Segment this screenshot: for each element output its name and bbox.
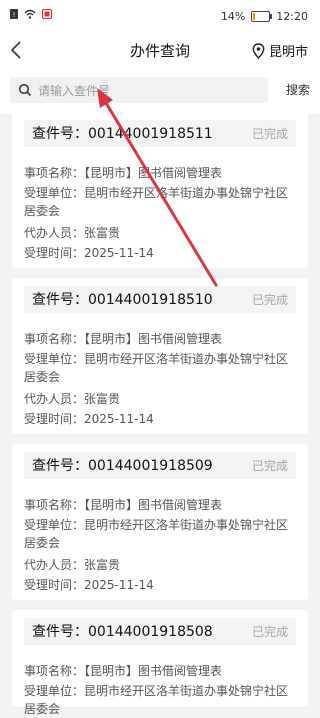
status-bar: ! 14% 12:20	[0, 0, 320, 36]
record-number: 查件号：00144001918509	[32, 458, 213, 474]
record-card[interactable]: 查件号：00144001918511 已完成 事项名称：【昆明市】图书借阅管理表…	[12, 112, 308, 268]
status-badge: 已完成	[251, 293, 288, 307]
record-card[interactable]: 查件号：00144001918508 已完成 事项名称：【昆明市】图书借阅管理表…	[12, 610, 308, 716]
item-name-row: 事项名称：【昆明市】图书借阅管理表	[24, 498, 223, 512]
record-number: 查件号：00144001918508	[32, 624, 213, 640]
search-button[interactable]: 搜索	[286, 81, 310, 98]
unit-row: 受理单位：昆明市经开区洛羊街道办事处锦宁社区居委会	[24, 186, 289, 218]
search-bar: 搜索	[0, 66, 320, 114]
battery-percent: 14%	[220, 10, 246, 23]
notification-icon: !	[10, 9, 18, 19]
record-header: 查件号：00144001918509 已完成	[24, 452, 296, 479]
search-icon	[18, 83, 32, 97]
record-header: 查件号：00144001918511 已完成	[24, 120, 296, 147]
record-header: 查件号：00144001918508 已完成	[24, 618, 296, 645]
item-name-row: 事项名称：【昆明市】图书借阅管理表	[24, 664, 223, 678]
time-row: 受理时间：2025-11-14	[24, 412, 154, 426]
status-badge: 已完成	[251, 625, 288, 639]
wifi-icon	[24, 9, 36, 19]
svg-text:!: !	[13, 11, 16, 19]
location-pin-icon	[252, 42, 265, 59]
search-box	[10, 77, 268, 103]
record-card[interactable]: 查件号：00144001918509 已完成 事项名称：【昆明市】图书借阅管理表…	[12, 444, 308, 600]
battery-icon	[251, 11, 273, 22]
search-input[interactable]	[36, 80, 262, 102]
time-row: 受理时间：2025-11-14	[24, 246, 154, 260]
agent-row: 代办人员：张富贵	[24, 392, 121, 406]
record-header: 查件号：00144001918510 已完成	[24, 286, 296, 313]
record-number: 查件号：00144001918511	[32, 126, 213, 142]
unit-row: 受理单位：昆明市经开区洛羊街道办事处锦宁社区居委会	[24, 352, 289, 384]
agent-row: 代办人员：张富贵	[24, 226, 121, 240]
time-row: 受理时间：2025-11-14	[24, 578, 154, 592]
status-badge: 已完成	[251, 459, 288, 473]
agent-row: 代办人员：张富贵	[24, 558, 121, 572]
app-notification-icon	[42, 9, 52, 19]
item-name-row: 事项名称：【昆明市】图书借阅管理表	[24, 332, 223, 346]
record-card[interactable]: 查件号：00144001918510 已完成 事项名称：【昆明市】图书借阅管理表…	[12, 278, 308, 434]
city-label: 昆明市	[268, 45, 308, 60]
unit-row: 受理单位：昆明市经开区洛羊街道办事处锦宁社区居委会	[24, 518, 289, 550]
clock: 12:20	[276, 10, 308, 23]
unit-row: 受理单位：昆明市经开区洛羊街道办事处锦宁社区居委会	[24, 684, 289, 716]
item-name-row: 事项名称：【昆明市】图书借阅管理表	[24, 166, 223, 180]
city-selector[interactable]: 昆明市	[252, 41, 308, 60]
nav-bar: 办件查询 昆明市	[0, 36, 320, 66]
record-number: 查件号：00144001918510	[32, 292, 213, 308]
status-badge: 已完成	[251, 127, 288, 141]
